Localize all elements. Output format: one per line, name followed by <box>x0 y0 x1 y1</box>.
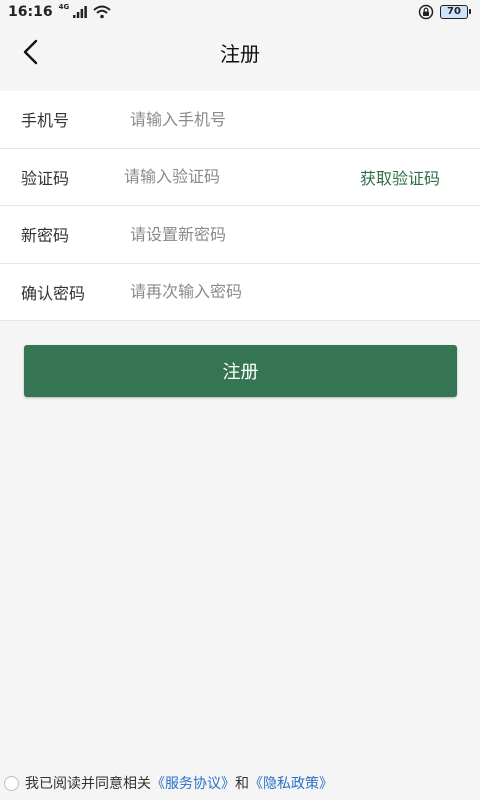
chevron-left-icon <box>23 39 38 65</box>
code-row: 验证码 获取验证码 <box>0 149 480 206</box>
status-time: 16:16 <box>8 4 53 20</box>
status-left: 16:16 4G <box>8 3 111 20</box>
phone-label: 手机号 <box>21 111 70 131</box>
header: 注册 <box>0 24 480 80</box>
confirm-password-input[interactable] <box>130 271 480 312</box>
lock-rotation-icon <box>418 4 434 20</box>
phone-row: 手机号 <box>0 91 480 149</box>
agreement-row: 我已阅读并同意相关 《服务协议》 和 《隐私政策》 <box>4 772 333 794</box>
privacy-policy-link[interactable]: 《隐私政策》 <box>249 773 333 793</box>
signal-icon <box>73 6 88 18</box>
new-password-row: 新密码 <box>0 206 480 264</box>
get-code-button[interactable]: 获取验证码 <box>360 149 440 206</box>
network-type: 4G <box>58 3 70 11</box>
phone-input[interactable] <box>130 99 480 140</box>
confirm-password-row: 确认密码 <box>0 264 480 321</box>
register-button[interactable]: 注册 <box>24 345 457 397</box>
battery-indicator: 70 <box>440 5 471 19</box>
agreement-prefix: 我已阅读并同意相关 <box>25 776 151 792</box>
new-password-input[interactable] <box>130 214 480 255</box>
new-password-label: 新密码 <box>21 226 70 246</box>
register-form: 手机号 验证码 获取验证码 新密码 确认密码 <box>0 91 480 321</box>
status-bar: 16:16 4G 70 <box>0 0 480 24</box>
service-agreement-link[interactable]: 《服务协议》 <box>151 773 235 793</box>
status-right: 70 <box>418 4 471 20</box>
agreement-conjunction: 和 <box>235 776 249 792</box>
page-title: 注册 <box>220 41 260 66</box>
code-label: 验证码 <box>21 168 70 188</box>
confirm-password-label: 确认密码 <box>21 283 86 303</box>
back-button[interactable] <box>14 36 46 68</box>
agree-checkbox[interactable] <box>4 775 19 791</box>
wifi-icon <box>93 5 111 19</box>
